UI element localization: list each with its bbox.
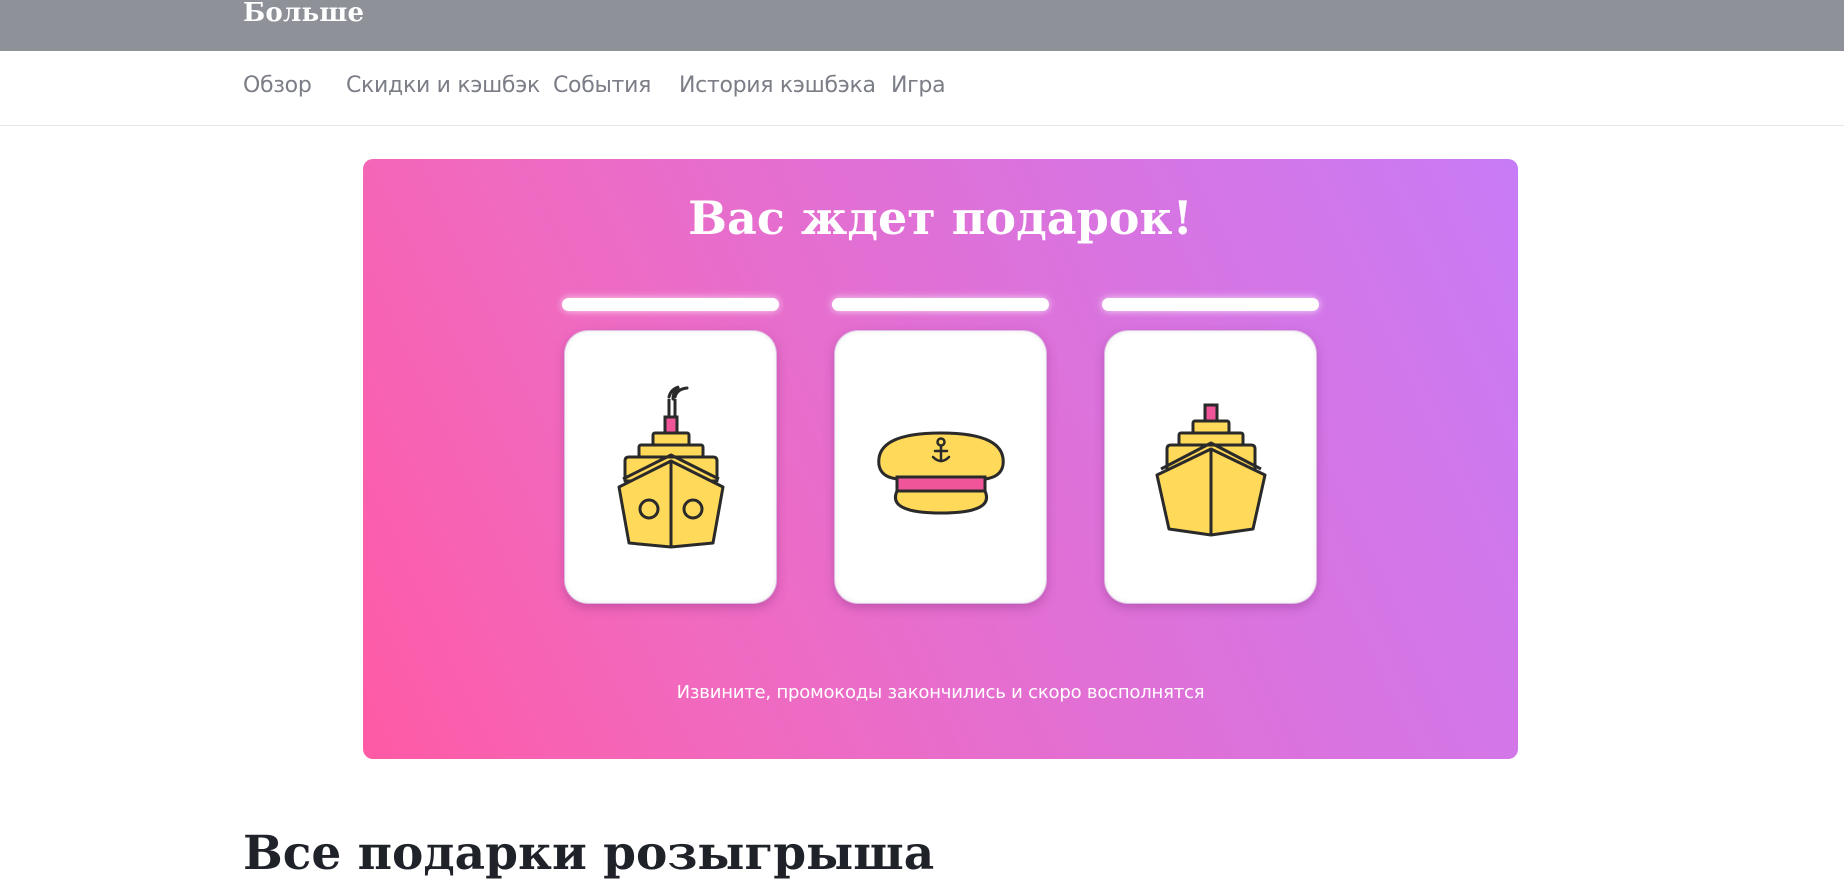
gift-card-captain-hat[interactable] bbox=[834, 330, 1047, 604]
card-indicator-bar bbox=[832, 298, 1049, 311]
tab-events[interactable]: События bbox=[553, 73, 651, 98]
card-indicator-bar bbox=[562, 298, 779, 311]
ship-icon bbox=[1155, 403, 1267, 537]
promo-status-note: Извините, промокоды закончились и скоро … bbox=[676, 682, 1205, 703]
banner-title: Вас ждет подарок! bbox=[688, 191, 1193, 245]
tab-game[interactable]: Игра bbox=[891, 73, 946, 98]
gift-banner: Вас ждет подарок! Извините, промокоды за… bbox=[363, 159, 1518, 759]
tab-cashback-history[interactable]: История кэшбэка bbox=[679, 73, 876, 98]
section-title: Все подарки розыгрыша bbox=[243, 826, 935, 881]
tab-discounts-cashback[interactable]: Скидки и кэшбэк bbox=[346, 73, 540, 98]
card-indicator-bar bbox=[1102, 298, 1319, 311]
page-title: Больше bbox=[243, 0, 365, 28]
gift-card-ship[interactable] bbox=[1104, 330, 1317, 604]
tab-bar: Обзор Скидки и кэшбэк События История кэ… bbox=[0, 51, 1844, 126]
gift-card-ship-smoke[interactable] bbox=[564, 330, 777, 604]
ship-with-smoke-icon bbox=[617, 385, 725, 549]
tab-overview[interactable]: Обзор bbox=[243, 73, 312, 98]
captain-hat-icon bbox=[877, 431, 1005, 515]
top-bar: Больше bbox=[0, 0, 1844, 51]
